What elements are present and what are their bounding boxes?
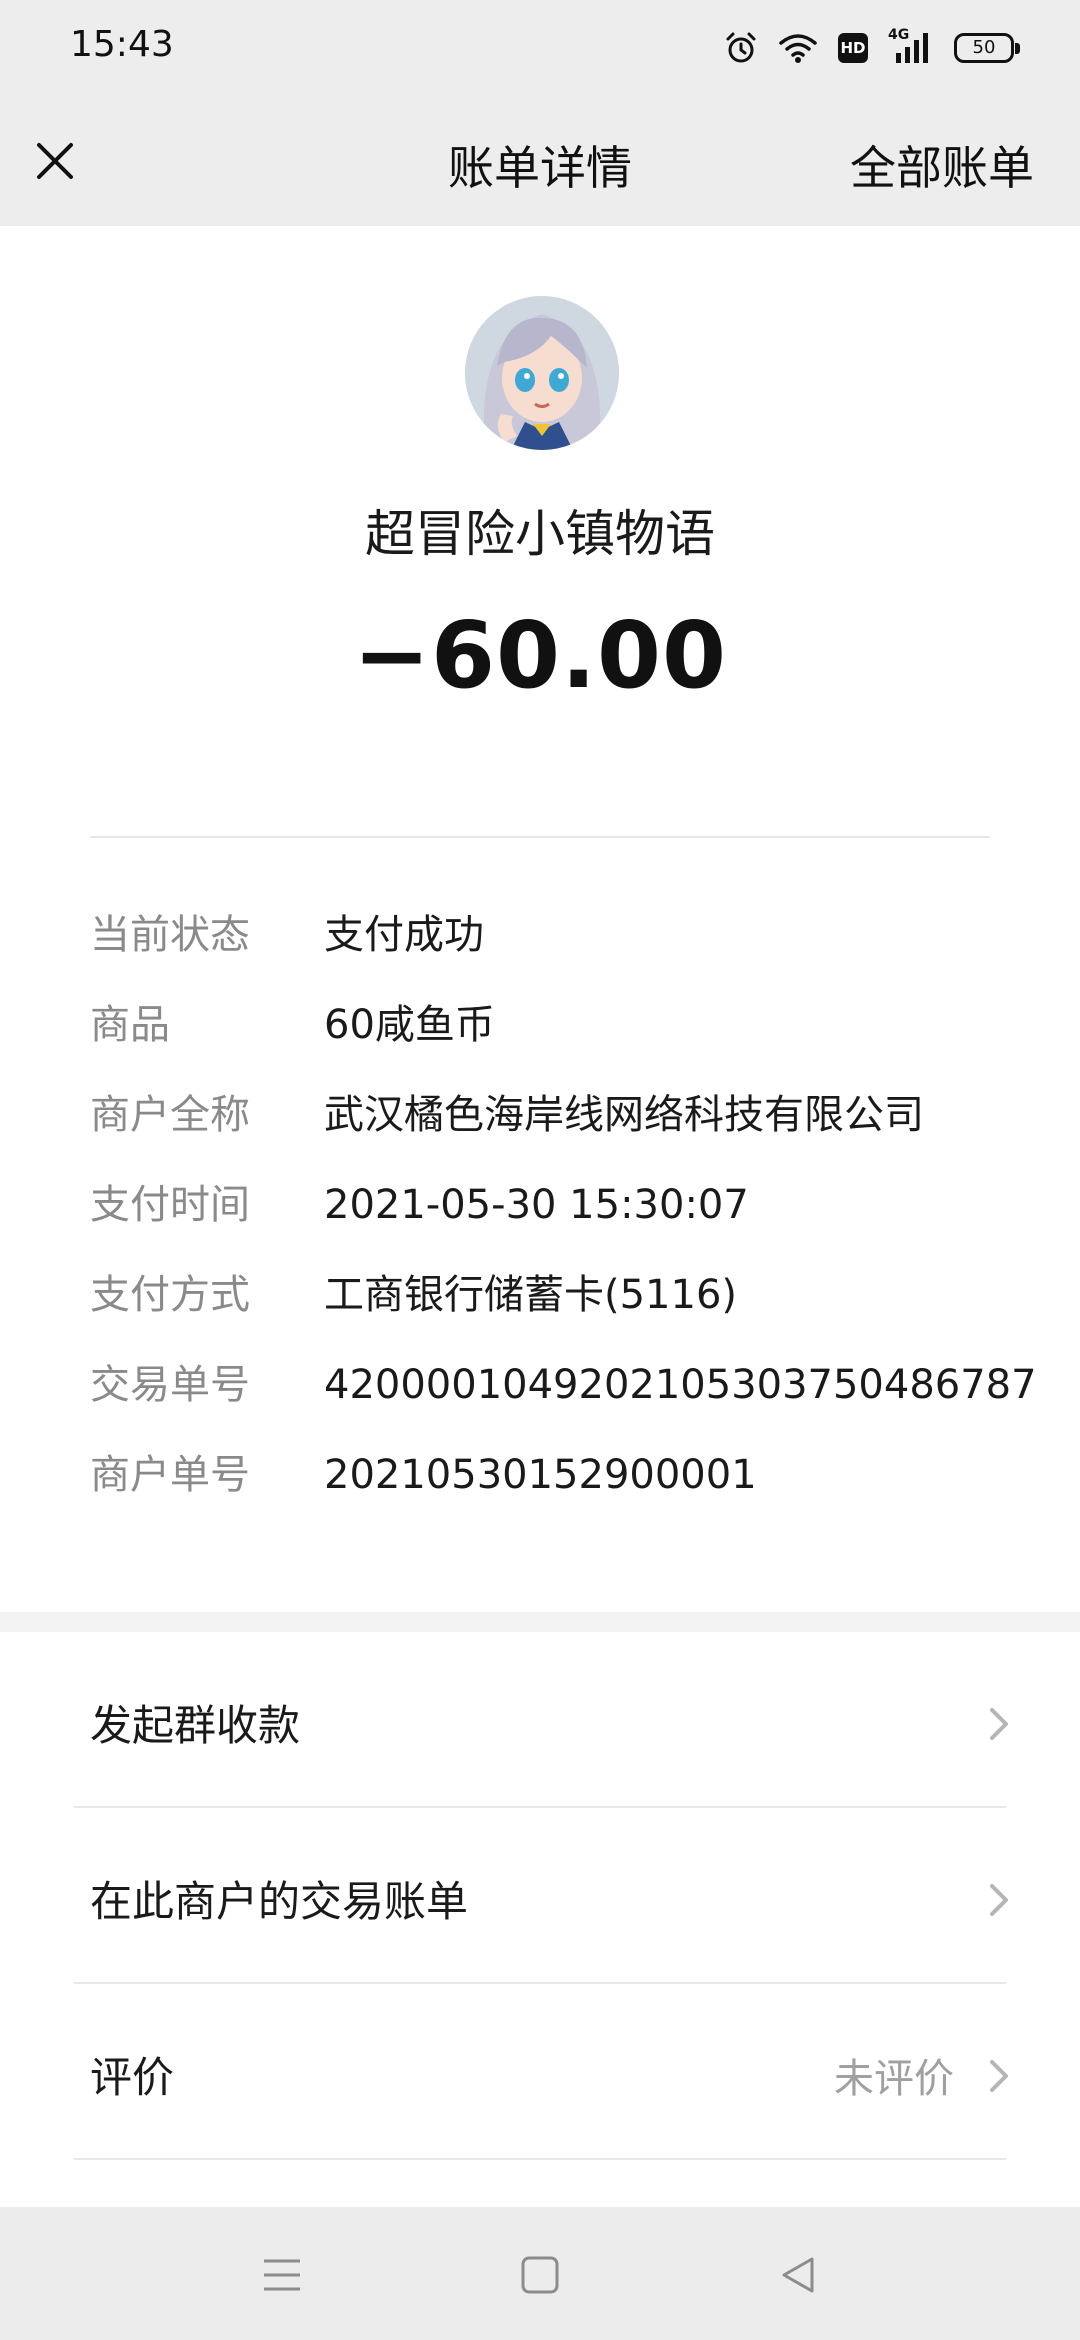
info-value: 支付成功 [324, 912, 484, 958]
wifi-icon [778, 32, 818, 64]
hd-badge-icon: HD [838, 33, 868, 63]
info-row-pay-time: 支付时间 2021-05-30 15:30:07 [90, 1170, 1030, 1240]
review-item[interactable]: 评价 未评价 [0, 1984, 1080, 2160]
chevron-right-icon [990, 1708, 1008, 1740]
info-value: 60咸鱼币 [324, 1002, 495, 1048]
merchant-name: 超冒险小镇物语 [365, 505, 715, 563]
nav-bar: 账单详情 全部账单 [0, 96, 1080, 226]
info-label: 支付时间 [90, 1182, 250, 1228]
info-label: 当前状态 [90, 912, 250, 958]
bill-detail-screen: 15:43 HD 4G 50 账单详情 全部账单 超冒险小镇物语 −60.00 … [0, 0, 1080, 2340]
menu-icon [264, 2259, 300, 2291]
action-label: 发起群收款 [90, 1701, 301, 1750]
action-label: 在此商户的交易账单 [90, 1877, 469, 1926]
divider [74, 2158, 1006, 2160]
alarm-icon [724, 31, 758, 65]
status-bar: 15:43 HD 4G 50 [0, 0, 1080, 96]
group-collection-item[interactable]: 发起群收款 [0, 1632, 1080, 1808]
system-nav-bar [0, 2207, 1080, 2340]
action-list: 发起群收款 在此商户的交易账单 评价 未评价 [0, 1632, 1080, 2207]
action-label: 评价 [90, 2053, 175, 2102]
chevron-right-icon [990, 2060, 1008, 2092]
merchant-bills-item[interactable]: 在此商户的交易账单 [0, 1808, 1080, 1984]
home-button[interactable] [510, 2245, 570, 2305]
info-label: 商户全称 [90, 1092, 250, 1138]
home-icon [521, 2256, 559, 2294]
info-row-status: 当前状态 支付成功 [90, 900, 1030, 970]
review-status: 未评价 [834, 2056, 954, 2102]
info-label: 交易单号 [90, 1362, 250, 1408]
menu-button[interactable] [252, 2245, 312, 2305]
info-value: 工商银行储蓄卡(5116) [324, 1272, 738, 1318]
bill-amount: −60.00 [352, 602, 728, 709]
info-label: 支付方式 [90, 1272, 250, 1318]
info-row-merchant-order-id: 商户单号 20210530152900001 [90, 1440, 1030, 1510]
bill-detail-card: 超冒险小镇物语 −60.00 当前状态 支付成功 商品 60咸鱼币 商户全称 武… [0, 226, 1080, 1612]
status-icons: HD 4G 50 [724, 27, 1020, 66]
merchant-avatar [465, 296, 619, 450]
info-row-transaction-id: 交易单号 4200001049202105303750486787 [90, 1350, 1037, 1420]
info-value: 2021-05-30 15:30:07 [324, 1182, 749, 1228]
info-row-pay-method: 支付方式 工商银行储蓄卡(5116) [90, 1260, 1030, 1330]
divider [90, 836, 990, 838]
info-label: 商品 [90, 1002, 170, 1048]
info-value: 武汉橘色海岸线网络科技有限公司 [324, 1092, 924, 1138]
info-value[interactable]: 20210530152900001 [324, 1440, 757, 1510]
status-time: 15:43 [70, 24, 174, 65]
info-label: 商户单号 [90, 1452, 250, 1498]
all-bills-button[interactable]: 全部账单 [850, 132, 1034, 198]
close-icon [37, 143, 73, 179]
info-value[interactable]: 4200001049202105303750486787 [324, 1350, 1037, 1420]
info-row-product: 商品 60咸鱼币 [90, 990, 1030, 1060]
info-row-merchant-full-name: 商户全称 武汉橘色海岸线网络科技有限公司 [90, 1080, 1030, 1150]
battery-icon: 50 [954, 33, 1020, 63]
chevron-right-icon [990, 1884, 1008, 1916]
close-button[interactable] [28, 126, 82, 196]
back-icon [782, 2257, 814, 2293]
back-button[interactable] [768, 2245, 828, 2305]
section-separator [0, 1612, 1080, 1632]
signal-icon: 4G [888, 27, 934, 65]
